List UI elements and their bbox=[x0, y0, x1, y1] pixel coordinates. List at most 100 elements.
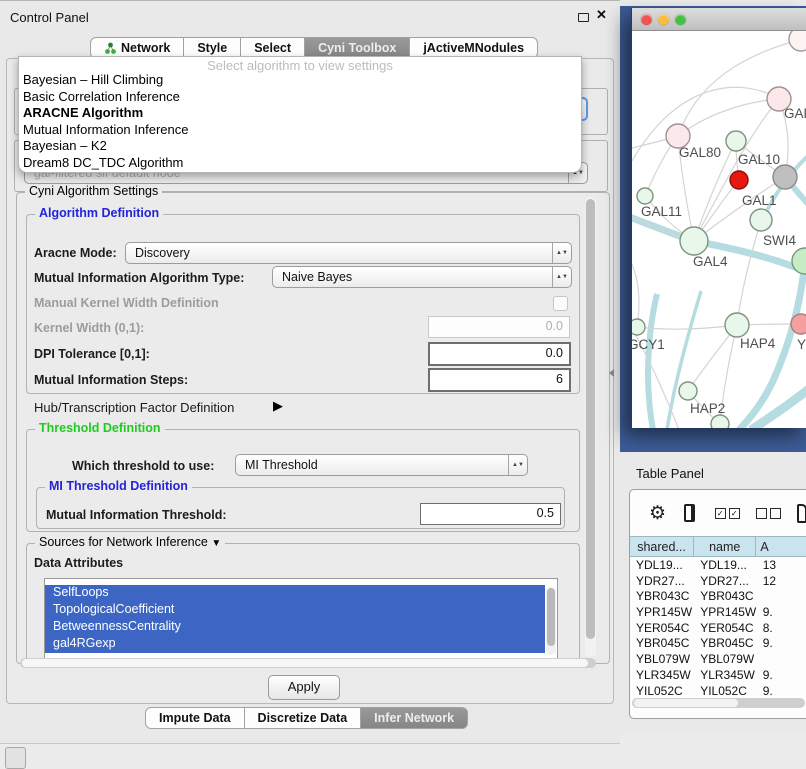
table-row[interactable]: YPR145WYPR145W9. bbox=[630, 604, 806, 620]
bottom-tab-impute-data[interactable]: Impute Data bbox=[145, 707, 245, 729]
settings-hscrollbar[interactable] bbox=[20, 658, 596, 668]
aracne-mode-combobox[interactable]: Discovery ▲▼ bbox=[125, 242, 572, 264]
node-label-gal4: GAL4 bbox=[693, 254, 728, 269]
mi-threshold-input[interactable]: 0.5 bbox=[420, 503, 561, 525]
bottom-left-widget[interactable] bbox=[5, 747, 26, 769]
table-row[interactable]: YBL079WYBL079W bbox=[630, 651, 806, 667]
combo-stepper-icon: ▲▼ bbox=[552, 243, 571, 263]
mi-steps-label: Mutual Information Steps: bbox=[34, 373, 188, 387]
network-node-hap4[interactable] bbox=[725, 313, 749, 337]
algorithm-option-mutual-information-inference[interactable]: Mutual Information Inference bbox=[19, 122, 581, 139]
table-cell: YER054C bbox=[694, 620, 757, 636]
algorithm-option-bayesian-hill-climbing[interactable]: Bayesian – Hill Climbing bbox=[19, 72, 581, 89]
network-canvas[interactable]: GALGAL80GAL10GAL1SWI4GAL11GAL4GCY1HAP4YH… bbox=[632, 31, 806, 428]
table-panel-body: ⚙ ✓ ✓ shared...nameA YDL19...YDL19...13Y… bbox=[629, 489, 806, 719]
network-node-gal11[interactable] bbox=[637, 188, 653, 204]
table-body[interactable]: YDL19...YDL19...13YDR27...YDR27...12YBR0… bbox=[630, 557, 806, 698]
table-row[interactable]: YDL19...YDL19...13 bbox=[630, 557, 806, 573]
algorithm-option-bayesian-k2[interactable]: Bayesian – K2 bbox=[19, 138, 581, 155]
attributes-list-scrollbar[interactable] bbox=[546, 587, 556, 655]
document-icon[interactable] bbox=[797, 504, 806, 523]
gear-icon[interactable]: ⚙ bbox=[649, 504, 666, 523]
node-label-gcy1: GCY1 bbox=[632, 337, 665, 352]
panel-divider-handle[interactable] bbox=[609, 369, 614, 377]
network-node-y[interactable] bbox=[791, 314, 806, 334]
sources-collapse-icon[interactable]: ▼ bbox=[211, 538, 221, 549]
table-cell: YPR145W bbox=[630, 604, 694, 620]
algorithm-option-dream8-dc-tdc-algorithm[interactable]: Dream8 DC_TDC Algorithm bbox=[19, 155, 581, 172]
bottom-tab-infer-network-label: Infer Network bbox=[374, 711, 454, 725]
manual-kernel-label: Manual Kernel Width Definition bbox=[34, 296, 219, 310]
data-attributes-list[interactable]: SelfLoopsTopologicalCoefficientBetweenne… bbox=[44, 578, 558, 659]
network-node-gal10[interactable] bbox=[726, 131, 746, 151]
close-panel-icon[interactable]: ✕ bbox=[596, 7, 607, 23]
network-node-gcy1[interactable] bbox=[632, 319, 645, 335]
dpi-tolerance-input[interactable]: 0.0 bbox=[428, 342, 571, 366]
apply-button[interactable]: Apply bbox=[268, 675, 340, 700]
unchecked-checkboxes-icon[interactable] bbox=[756, 508, 781, 519]
network-node[interactable] bbox=[773, 165, 797, 189]
node-label-hap4: HAP4 bbox=[740, 336, 776, 351]
table-cell: 13 bbox=[757, 557, 806, 573]
network-node-gal4[interactable] bbox=[680, 227, 708, 255]
table-row[interactable]: YBR045CYBR045C9. bbox=[630, 635, 806, 651]
column-header-name[interactable]: name bbox=[694, 536, 756, 557]
settings-scrollbar-thumb[interactable] bbox=[586, 199, 595, 639]
network-node-swi4[interactable] bbox=[750, 209, 772, 231]
node-label-y: Y bbox=[797, 337, 806, 352]
algorithm-option-aracne-algorithm[interactable]: ARACNE Algorithm bbox=[19, 105, 581, 122]
table-cell: YDR27... bbox=[694, 573, 757, 589]
table-cell: YDL19... bbox=[694, 557, 757, 573]
network-node-gal1[interactable] bbox=[730, 171, 748, 189]
network-view-window: GALGAL80GAL10GAL1SWI4GAL11GAL4GCY1HAP4YH… bbox=[631, 8, 806, 427]
kernel-width-label: Kernel Width (0,1): bbox=[34, 321, 144, 335]
node-label-gal80: GAL80 bbox=[679, 145, 721, 160]
checked-checkboxes-icon[interactable]: ✓ ✓ bbox=[715, 508, 740, 519]
close-button[interactable] bbox=[641, 14, 652, 25]
table-row[interactable]: YLR345WYLR345W9. bbox=[630, 667, 806, 683]
attribute-item-betweennesscentrality[interactable]: BetweennessCentrality bbox=[45, 619, 545, 636]
table-panel: Table Panel ⚙ ✓ ✓ shared...nameA YDL19..… bbox=[620, 452, 806, 735]
table-row[interactable]: YIL052CYIL052C9. bbox=[630, 683, 806, 699]
network-node[interactable] bbox=[711, 415, 729, 428]
network-node-hap2[interactable] bbox=[679, 382, 697, 400]
mi-steps-input[interactable]: 6 bbox=[428, 368, 571, 392]
tab-style-label: Style bbox=[197, 41, 227, 55]
network-node[interactable] bbox=[789, 31, 806, 51]
table-cell: YLR345W bbox=[694, 667, 757, 683]
table-hscrollbar[interactable] bbox=[632, 698, 805, 708]
manual-kernel-checkbox[interactable] bbox=[553, 296, 568, 311]
which-threshold-value: MI Threshold bbox=[245, 458, 318, 472]
float-panel-icon[interactable] bbox=[578, 13, 589, 22]
minimize-button[interactable] bbox=[658, 14, 669, 25]
column-header-a[interactable]: A bbox=[756, 536, 806, 557]
attribute-item-topologicalcoefficient[interactable]: TopologicalCoefficient bbox=[45, 602, 545, 619]
table-row[interactable]: YDR27...YDR27...12 bbox=[630, 573, 806, 589]
table-cell: YDR27... bbox=[630, 573, 694, 589]
column-header-shared[interactable]: shared... bbox=[630, 536, 694, 557]
table-cell: YDL19... bbox=[630, 557, 694, 573]
data-attributes-label: Data Attributes bbox=[34, 556, 123, 570]
which-threshold-combobox[interactable]: MI Threshold ▲▼ bbox=[235, 454, 528, 476]
node-label-gal: GAL bbox=[784, 106, 806, 121]
combo-stepper-icon: ▲▼ bbox=[508, 455, 527, 475]
settings-scrollbar[interactable] bbox=[585, 197, 596, 657]
kernel-width-input[interactable]: 0.0 bbox=[428, 316, 570, 338]
network-window-titlebar[interactable] bbox=[632, 8, 806, 31]
table-cell: YBR045C bbox=[694, 635, 757, 651]
table-cell: 8. bbox=[757, 620, 806, 636]
attribute-item-selfloops[interactable]: SelfLoops bbox=[45, 585, 545, 602]
attribute-item-gal4rgexp[interactable]: gal4RGexp bbox=[45, 636, 545, 653]
zoom-button[interactable] bbox=[675, 14, 686, 25]
hub-expand-icon[interactable]: ▶ bbox=[273, 398, 283, 414]
bottom-tab-discretize-data[interactable]: Discretize Data bbox=[244, 707, 362, 729]
table-cell: YBR045C bbox=[630, 635, 694, 651]
algorithm-option-basic-correlation-inference[interactable]: Basic Correlation Inference bbox=[19, 89, 581, 106]
table-row[interactable]: YER054CYER054C8. bbox=[630, 620, 806, 636]
bottom-tab-infer-network[interactable]: Infer Network bbox=[360, 707, 468, 729]
table-row[interactable]: YBR043CYBR043C bbox=[630, 588, 806, 604]
mi-type-combobox[interactable]: Naive Bayes ▲▼ bbox=[272, 266, 572, 288]
columns-icon[interactable] bbox=[684, 504, 695, 522]
table-cell: 12 bbox=[757, 573, 806, 589]
node-label-swi4: SWI4 bbox=[763, 233, 796, 248]
